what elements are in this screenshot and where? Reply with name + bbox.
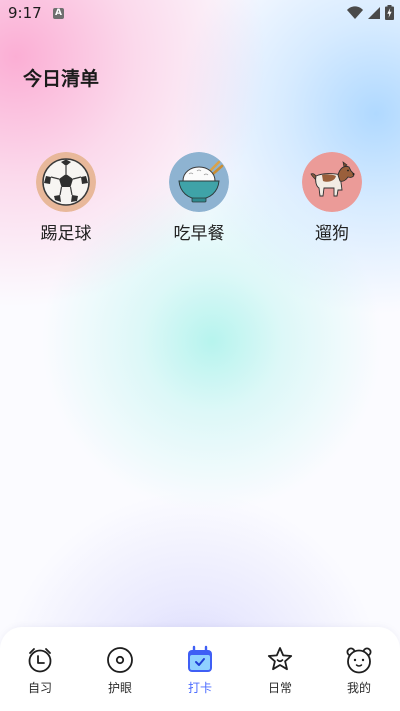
rice-bowl-icon (169, 152, 229, 212)
nav-item-daily[interactable]: 日常 (250, 645, 310, 696)
nav-label: 打卡 (187, 681, 212, 695)
battery-icon (385, 5, 394, 20)
status-bar: 9:17 A (0, 0, 400, 28)
task-label: 吃早餐 (173, 224, 225, 244)
notification-icon: A (53, 8, 64, 19)
task-item-walk-dog[interactable]: 遛狗 (287, 152, 377, 244)
task-item-soccer[interactable]: 踢足球 (21, 152, 111, 244)
signal-icon (368, 6, 380, 19)
task-item-breakfast[interactable]: 吃早餐 (154, 152, 244, 244)
status-time: 9:17 (8, 4, 42, 22)
star-icon (267, 647, 293, 671)
calendar-check-icon (188, 645, 212, 672)
nav-label: 自习 (27, 681, 52, 695)
background-gradient (0, 0, 400, 711)
soccer-ball-icon (36, 152, 96, 212)
bottom-nav: 自习 护眼 打卡 日常 我的 (0, 627, 400, 711)
bear-face-icon (346, 647, 372, 674)
nav-item-study[interactable]: 自习 (10, 645, 70, 696)
nav-item-eye-care[interactable]: 护眼 (90, 645, 150, 696)
task-label: 遛狗 (315, 224, 349, 244)
wifi-icon (347, 5, 363, 19)
status-indicators (347, 5, 394, 20)
nav-item-mine[interactable]: 我的 (329, 645, 389, 696)
task-label: 踢足球 (40, 224, 92, 244)
nav-label: 护眼 (107, 681, 132, 695)
alarm-clock-icon (28, 648, 52, 673)
nav-item-check-in[interactable]: 打卡 (170, 645, 230, 696)
dog-icon (302, 152, 362, 212)
page-title: 今日清单 (23, 68, 100, 90)
nav-label: 日常 (267, 681, 292, 695)
eye-circle-icon (107, 647, 133, 673)
nav-label: 我的 (346, 681, 371, 695)
